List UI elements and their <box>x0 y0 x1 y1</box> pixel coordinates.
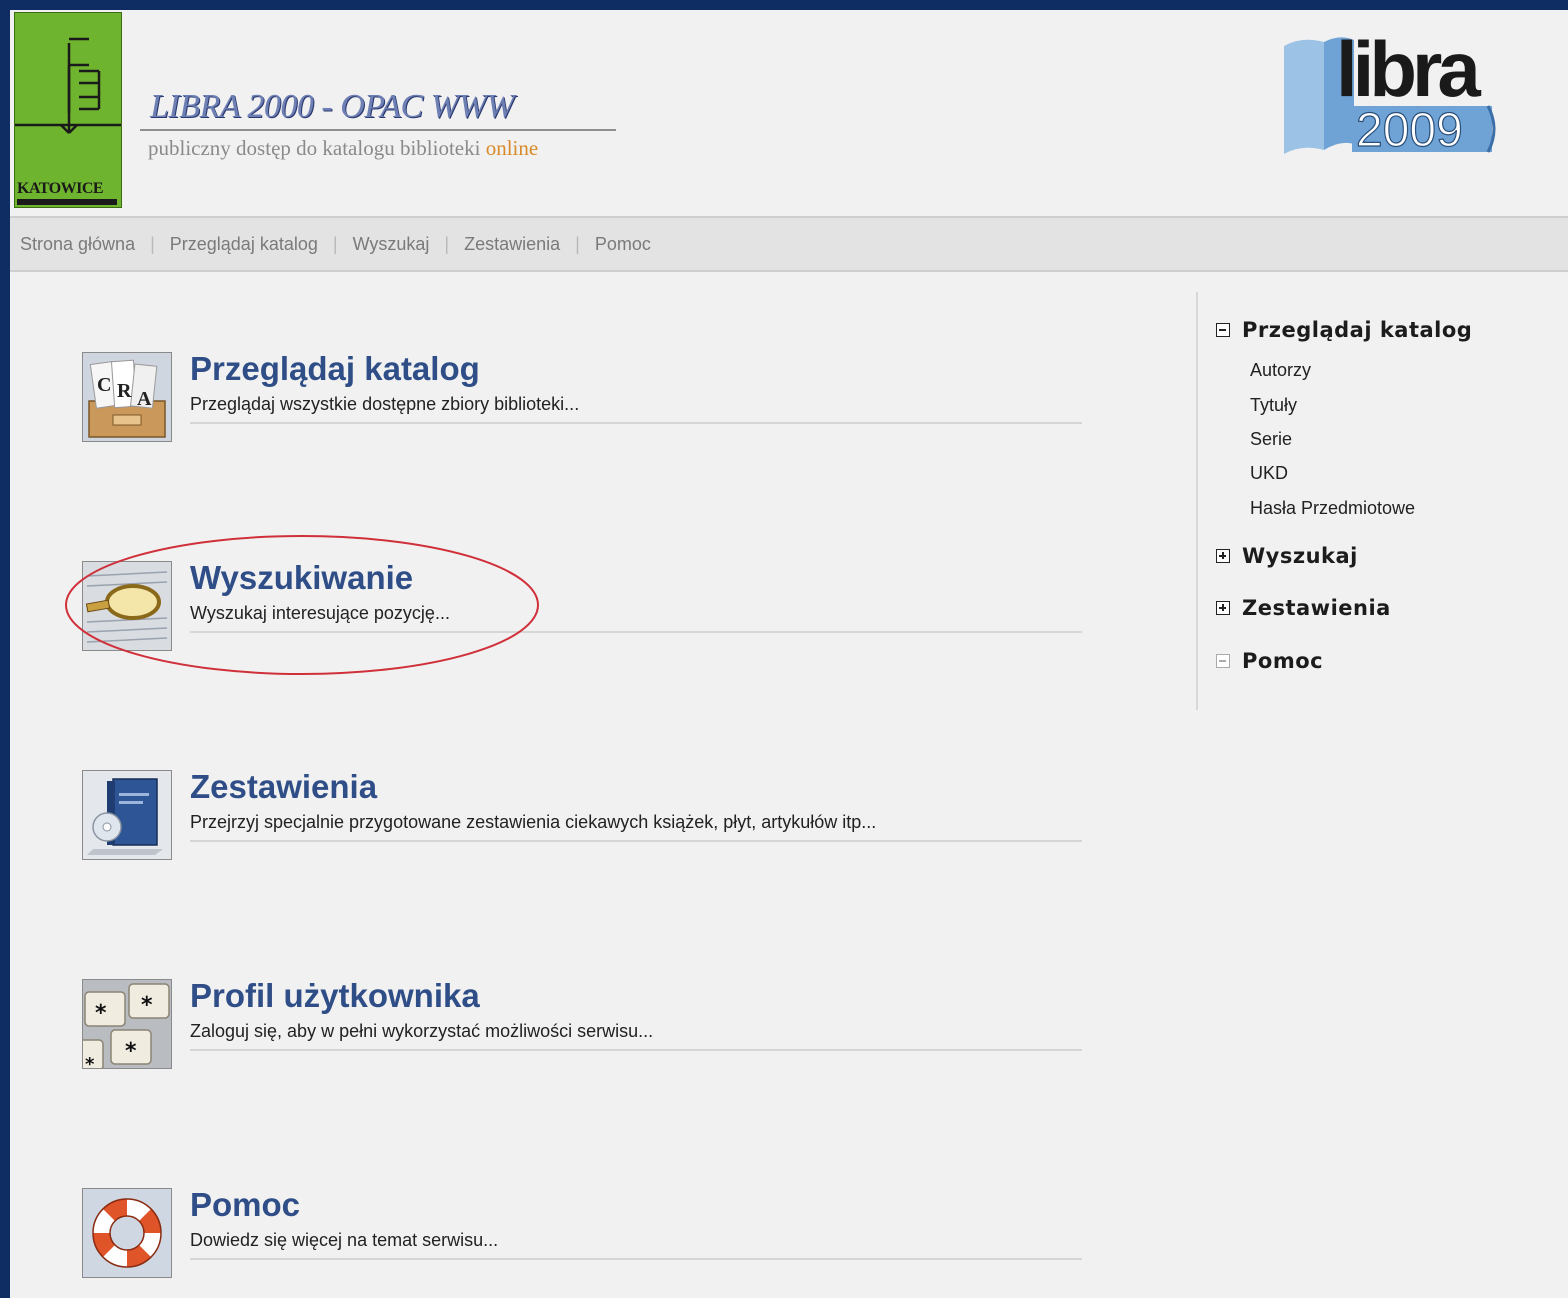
highlight-ellipse-annotation <box>65 535 539 675</box>
nav-separator: | <box>444 234 450 254</box>
libra-2009-logo: libra 2009 <box>1284 32 1496 154</box>
sidebar-item-series[interactable]: Serie <box>1250 429 1292 450</box>
item-title[interactable]: Przeglądaj katalog <box>190 350 480 388</box>
nav-separator: | <box>332 234 338 254</box>
item-divider <box>190 1049 1082 1051</box>
nav-lists[interactable]: Zestawienia <box>464 234 560 255</box>
collapse-icon[interactable] <box>1216 323 1230 337</box>
item-description: Dowiedz się więcej na temat serwisu... <box>190 1230 499 1250</box>
nav-help[interactable]: Pomoc <box>595 234 651 255</box>
item-description: Przejrzyj specjalnie przygotowane zestaw… <box>190 812 877 832</box>
sidebar-group-label: Wyszukaj <box>1242 544 1358 568</box>
svg-text:*: * <box>125 1039 137 1064</box>
sidebar-group-lists[interactable]: Zestawienia <box>1216 596 1391 620</box>
svg-text:A: A <box>137 388 152 410</box>
library-logo-subtext <box>17 199 117 205</box>
lifebuoy-icon[interactable] <box>82 1188 172 1278</box>
sidebar-group-label: Przeglądaj katalog <box>1242 318 1473 342</box>
item-description: Przeglądaj wszystkie dostępne zbiory bib… <box>190 394 580 414</box>
site-title: LIBRA 2000 - OPAC WWW <box>150 88 515 125</box>
sidebar-group-label: Zestawienia <box>1242 596 1391 620</box>
sidebar-item-titles[interactable]: Tytuły <box>1250 395 1297 416</box>
sidebar-group-help[interactable]: Pomoc <box>1216 649 1323 673</box>
window-frame-top <box>0 0 1568 10</box>
sidebar-group-search[interactable]: Wyszukaj <box>1216 544 1358 568</box>
libra-logo-word: libra <box>1336 32 1481 113</box>
expand-icon[interactable] <box>1216 549 1230 563</box>
nav-separator: | <box>575 234 580 254</box>
item-title[interactable]: Zestawienia <box>190 768 377 806</box>
svg-text:R: R <box>117 380 132 402</box>
title-rule <box>140 129 616 131</box>
menu-item-help: Pomoc Dowiedz się więcej na temat serwis… <box>82 1186 1082 1280</box>
menu-item-browse-catalog: C R A Przeglądaj katalog Przeglądaj wszy… <box>82 350 1082 444</box>
svg-text:*: * <box>95 1001 107 1026</box>
sidebar-item-subject-headings[interactable]: Hasła Przedmiotowe <box>1250 498 1415 519</box>
nav-browse-catalog[interactable]: Przeglądaj katalog <box>170 234 318 255</box>
expand-icon[interactable] <box>1216 601 1230 615</box>
nav-search[interactable]: Wyszukaj <box>353 234 430 255</box>
item-description: Zaloguj się, aby w pełni wykorzystać moż… <box>190 1021 654 1041</box>
site-subtitle-online: online <box>485 136 539 160</box>
keyboard-keys-icon[interactable]: * * * * <box>82 979 172 1069</box>
book-cd-icon[interactable] <box>82 770 172 860</box>
sidebar-item-ukd[interactable]: UKD <box>1250 463 1288 484</box>
svg-text:*: * <box>85 1054 95 1068</box>
item-divider <box>190 1258 1082 1260</box>
library-logo-mark <box>15 37 121 134</box>
sidebar-divider <box>1196 292 1198 710</box>
frame-top-glyph <box>598 0 620 10</box>
site-subtitle: publiczny dostęp do katalogu biblioteki … <box>148 136 538 161</box>
libra-logo-year: 2009 <box>1356 104 1463 154</box>
page: KATOWICE LIBRA 2000 - OPAC WWW publiczny… <box>10 10 1568 1298</box>
top-navigation: Strona główna | Przeglądaj katalog | Wys… <box>10 216 1568 272</box>
card-catalog-icon[interactable]: C R A <box>82 352 172 442</box>
menu-item-user-profile: * * * * Profil użytkownika Zaloguj się, … <box>82 977 1082 1071</box>
item-divider <box>190 840 1082 842</box>
svg-text:C: C <box>97 374 111 396</box>
leaf-arrow-icon <box>1216 654 1230 668</box>
sidebar-group-browse-catalog[interactable]: Przeglądaj katalog <box>1216 318 1472 342</box>
site-subtitle-text: publiczny dostęp do katalogu biblioteki <box>148 136 486 160</box>
item-title[interactable]: Pomoc <box>190 1186 300 1224</box>
nav-home[interactable]: Strona główna <box>20 234 135 255</box>
nav-separator: | <box>150 234 155 254</box>
menu-item-lists: Zestawienia Przejrzyj specjalnie przygot… <box>82 768 1082 862</box>
item-title[interactable]: Profil użytkownika <box>190 977 480 1015</box>
library-logo-text: KATOWICE <box>17 180 104 197</box>
item-divider <box>190 422 1082 424</box>
sidebar-item-authors[interactable]: Autorzy <box>1250 360 1311 381</box>
window-frame-left <box>0 0 10 1298</box>
sidebar-group-label: Pomoc <box>1242 649 1324 673</box>
svg-text:*: * <box>141 993 153 1018</box>
library-logo[interactable]: KATOWICE <box>14 12 122 208</box>
